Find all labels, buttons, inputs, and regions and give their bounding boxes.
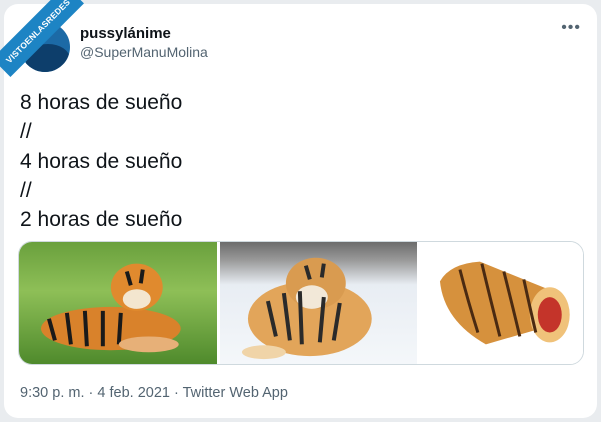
meta-separator: ·: [88, 385, 94, 401]
author-handle[interactable]: @SuperManuMolina: [80, 44, 208, 60]
more-horizontal-icon[interactable]: •••: [561, 19, 581, 37]
media-image-tiger-grass[interactable]: [19, 242, 217, 364]
tweet-card: pussylánime @SuperManuMolina ••• 8 horas…: [4, 4, 597, 418]
tweet-source[interactable]: Twitter Web App: [183, 385, 288, 401]
tweet-line: //: [20, 178, 32, 202]
tweet-line: 4 horas de sueño: [20, 149, 183, 173]
media-image-cake-roll[interactable]: [420, 242, 583, 364]
tweet-time[interactable]: 9:30 p. m.: [20, 385, 84, 401]
media-grid: [18, 241, 584, 365]
tweet-text: 8 horas de sueño // 4 horas de sueño // …: [20, 88, 580, 234]
meta-separator: ·: [174, 385, 179, 401]
tweet-line: 8 horas de sueño: [20, 91, 183, 114]
media-image-tiger-snow[interactable]: [219, 242, 418, 364]
tweet-line: 2 horas de sueño: [20, 208, 183, 232]
tweet-line: //: [20, 120, 32, 144]
author-display-name[interactable]: pussylánime: [80, 25, 171, 42]
tweet-meta: 9:30 p. m. · 4 feb. 2021 · Twitter Web A…: [20, 385, 288, 401]
tweet-date[interactable]: 4 feb. 2021: [97, 385, 170, 401]
